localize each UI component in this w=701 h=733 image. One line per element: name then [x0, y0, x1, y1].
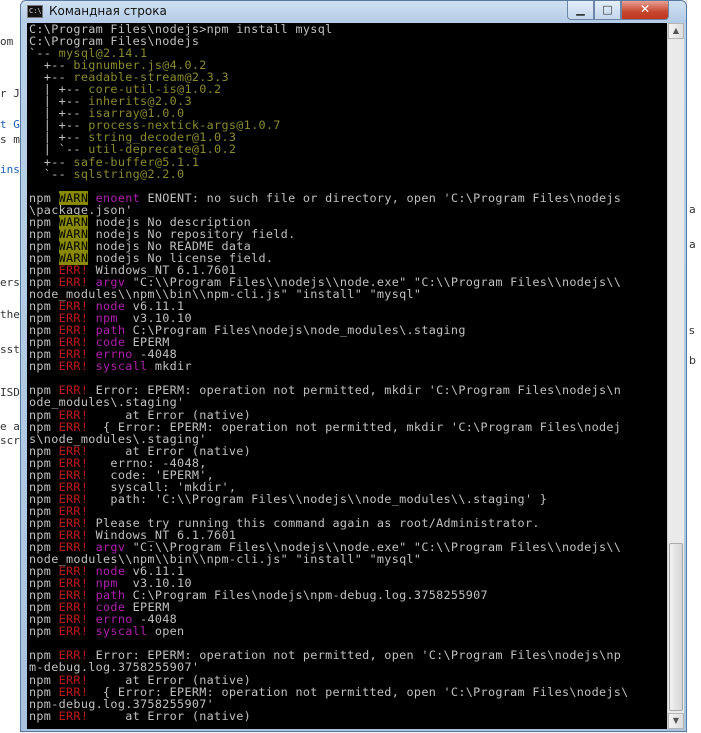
maximize-icon: □ [602, 3, 613, 16]
console-line: npm ERR! syscall mkdir [29, 360, 629, 372]
console-line: `-- sqlstring@2.2.0 [29, 168, 629, 180]
minimize-button[interactable]: ▁ [567, 1, 594, 20]
command-prompt-window[interactable]: C:\ Командная строка ▁ □ ✕ C:\Program Fi… [20, 0, 687, 732]
scroll-down-button[interactable]: ▼ [668, 713, 684, 729]
console-segment: npm [29, 708, 59, 723]
background-text-fragment: a [689, 203, 696, 216]
background-text-fragment: ers [0, 276, 20, 289]
background-text-fragment: b [689, 354, 696, 367]
console-segment: syscall [95, 359, 148, 374]
console-segment: C:\Program Files\nodejs\node_modules\.st… [125, 323, 466, 338]
background-text-fragment: r J [0, 87, 20, 100]
console-segment [88, 624, 95, 638]
background-text-fragment: the [0, 308, 20, 321]
error-tag: ERR! [58, 359, 89, 374]
background-text-fragment: s [689, 324, 695, 337]
background-text-fragment: om [0, 35, 14, 48]
console-segment: path: 'C:\\Program Files\\nodejs\\node_m… [88, 491, 548, 506]
console-text: C:\Program Files\nodejs>npm install mysq… [29, 23, 629, 722]
background-text-fragment: a [689, 238, 696, 251]
console-app-icon: C:\ [27, 5, 43, 18]
error-tag: ERR! [58, 624, 89, 639]
console-segment: C:\Program Files\nodejs\npm-debug.log.37… [125, 588, 488, 603]
scrollbar-thumb[interactable] [669, 543, 683, 711]
console-segment: open [147, 624, 185, 639]
background-text-fragment: s m [0, 133, 20, 146]
close-button[interactable]: ✕ [621, 1, 669, 20]
console-segment [88, 359, 95, 373]
console-segment: ENOENT: no such file or directory, open … [140, 190, 622, 205]
console-line: npm ERR! syscall open [29, 625, 629, 637]
console-line: npm ERR! at Error (native) [29, 710, 629, 722]
error-tag: ERR! [58, 708, 89, 723]
console-segment: syscall [95, 624, 148, 639]
scroll-up-button[interactable]: ▲ [668, 23, 684, 39]
title-bar[interactable]: C:\ Командная строка ▁ □ ✕ [21, 1, 686, 23]
console-line: npm ERR! path: 'C:\\Program Files\\nodej… [29, 493, 629, 505]
maximize-button[interactable]: □ [594, 1, 621, 20]
background-text-fragment: t G [0, 118, 20, 131]
window-title: Командная строка [49, 4, 167, 18]
close-icon: ✕ [639, 2, 651, 16]
minimize-icon: ▁ [576, 3, 585, 16]
background-text-fragment: ISD [0, 386, 20, 399]
vertical-scrollbar[interactable]: ▲ ▼ [667, 23, 684, 729]
background-window-right: a a s b [686, 0, 701, 733]
console-segment: at Error (native) [88, 708, 252, 723]
console-segment: sqlstring@2.2.0 [73, 166, 185, 181]
console-segment: mkdir [147, 359, 192, 374]
console-output[interactable]: C:\Program Files\nodejs>npm install mysq… [27, 23, 667, 729]
background-text-fragment: e a [0, 420, 20, 433]
background-text-fragment: sst [0, 343, 20, 356]
